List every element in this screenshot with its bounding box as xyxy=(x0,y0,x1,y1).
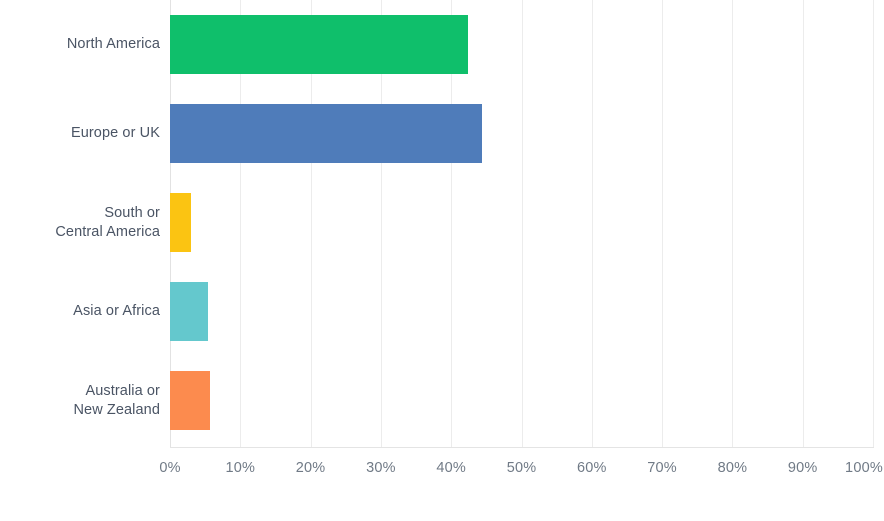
x-tick-0: 0% xyxy=(159,460,181,476)
category-label-australia-or-new-zealand: Australia or New Zealand xyxy=(0,371,160,430)
x-axis-tick-labels: 0% 10% 20% 30% 40% 50% 60% 70% 80% 90% 1… xyxy=(0,458,884,482)
bar-chart: North America Europe or UK South or Cent… xyxy=(0,0,884,521)
bar-north-america[interactable] xyxy=(170,15,469,74)
gridline-50 xyxy=(521,0,523,447)
plot-area xyxy=(170,0,874,447)
category-axis-labels: North America Europe or UK South or Cent… xyxy=(0,0,160,447)
gridline-80 xyxy=(732,0,734,447)
bar-australia-or-new-zealand[interactable] xyxy=(170,371,211,430)
category-label-text: North America xyxy=(66,36,160,52)
gridline-90 xyxy=(802,0,804,447)
category-label-text: South or Central America xyxy=(55,204,160,240)
x-tick-70: 70% xyxy=(647,460,677,476)
x-tick-50: 50% xyxy=(506,460,537,476)
x-tick-20: 20% xyxy=(295,460,326,476)
category-label-asia-or-africa: Asia or Africa xyxy=(0,282,160,341)
x-tick-30: 30% xyxy=(366,460,396,476)
category-label-south-or-central-america: South or Central America xyxy=(0,193,160,252)
x-tick-10: 10% xyxy=(225,460,256,476)
category-label-europe-or-uk: Europe or UK xyxy=(0,104,160,163)
x-tick-80: 80% xyxy=(717,460,748,476)
bar-asia-or-africa[interactable] xyxy=(170,282,208,341)
category-label-north-america: North America xyxy=(0,15,160,74)
bar-europe-or-uk[interactable] xyxy=(170,104,483,163)
x-axis-line xyxy=(170,447,874,448)
x-tick-60: 60% xyxy=(576,460,607,476)
gridline-60 xyxy=(591,0,593,447)
category-label-text: Australia or New Zealand xyxy=(73,382,160,418)
x-tick-40: 40% xyxy=(436,460,466,476)
x-tick-90: 90% xyxy=(787,460,818,476)
category-label-text: Europe or UK xyxy=(70,125,160,141)
category-label-text: Asia or Africa xyxy=(73,303,160,319)
bar-south-or-central-america[interactable] xyxy=(170,193,192,252)
x-tick-100: 100% xyxy=(845,460,883,476)
gridline-70 xyxy=(662,0,664,447)
gridline-100 xyxy=(873,0,874,447)
